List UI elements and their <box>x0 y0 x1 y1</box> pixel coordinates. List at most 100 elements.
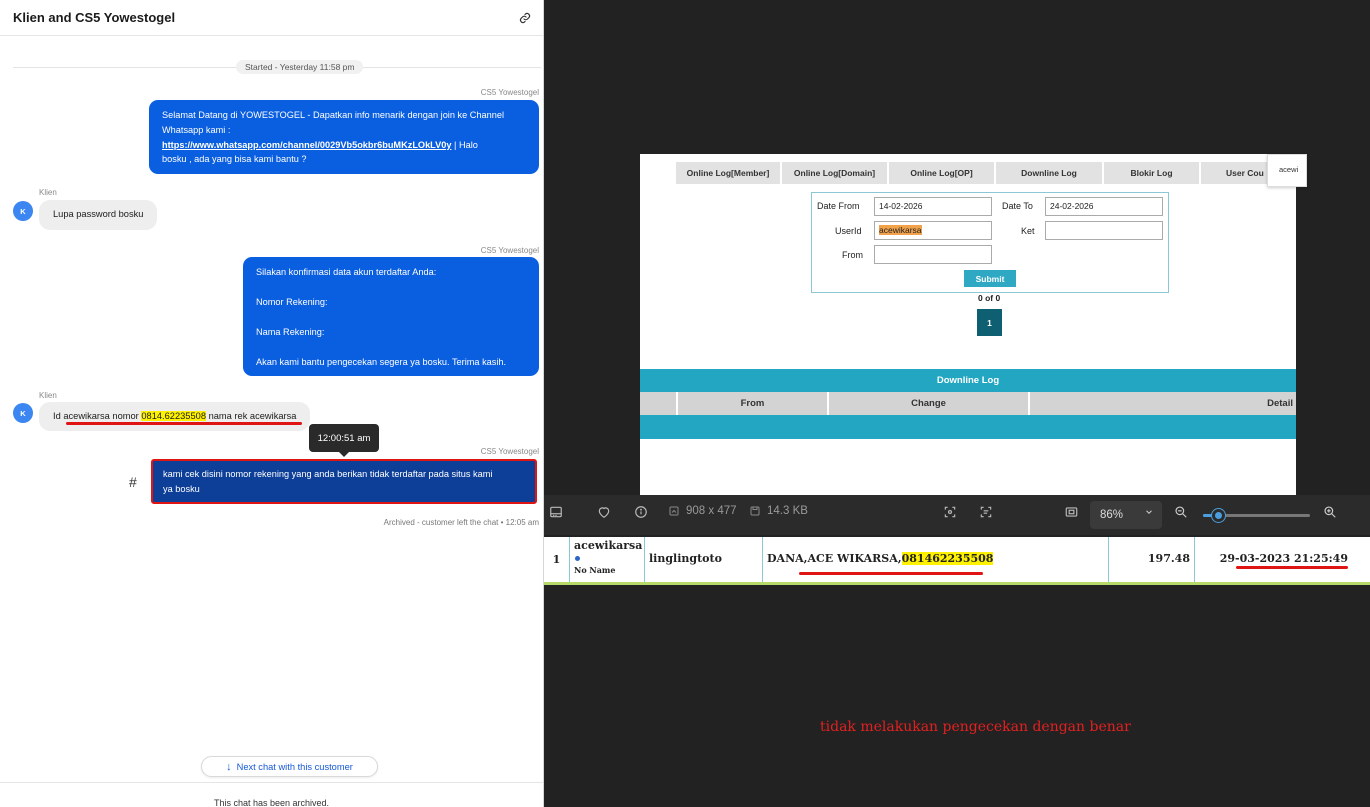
favorite-heart-icon[interactable] <box>597 505 611 519</box>
message-text: Whatsapp kami : <box>162 124 231 135</box>
client-message: Lupa password bosku <box>39 200 158 230</box>
message-sender: Klien <box>39 188 57 197</box>
message-text: | Halo <box>451 139 478 150</box>
avatar: K <box>13 201 33 221</box>
from-input[interactable] <box>874 245 992 264</box>
column-blank <box>640 392 676 415</box>
tab-online-log-op[interactable]: Online Log[OP] <box>889 162 996 184</box>
date-from-input[interactable]: 14-02-2026 <box>874 197 992 216</box>
message-text: kami cek disini nomor rekening yang anda… <box>163 469 493 479</box>
change-text: DANA,ACE WIKARSA, <box>767 552 902 565</box>
image-viewer-toolbar: 908 x 477 14.3 KB 86% <box>544 495 1370 535</box>
archived-footer-text: This chat has been archived. <box>213 798 330 807</box>
referral-cell: linglingtoto <box>645 537 763 582</box>
archived-note: Archived - customer left the chat • 12:0… <box>383 518 539 527</box>
next-chat-button[interactable]: ↓ Next chat with this customer <box>201 756 378 777</box>
file-size: 14.3 KB <box>749 505 808 517</box>
zoom-in-icon[interactable] <box>1323 505 1337 519</box>
downline-log-title: Downline Log <box>640 369 1296 392</box>
tab-online-log-member[interactable]: Online Log[Member] <box>676 162 782 184</box>
date-to-input[interactable]: 24-02-2026 <box>1045 197 1163 216</box>
chat-started-label: Started - Yesterday 11:58 pm <box>236 60 364 74</box>
search-form: Date From 14-02-2026 Date To 24-02-2026 … <box>811 192 1169 293</box>
tab-online-log-domain[interactable]: Online Log[Domain] <box>782 162 889 184</box>
row-number: 1 <box>544 537 570 582</box>
message-text: bosku , ada yang bisa kami bantu ? <box>162 154 307 165</box>
user-cell: acewikarsa No Name <box>570 537 645 582</box>
status-dot-icon <box>575 556 580 561</box>
column-detail: Detail <box>1028 392 1296 415</box>
whatsapp-channel-link[interactable]: https://www.whatsapp.com/channel/0029Vb5… <box>162 140 451 150</box>
zoom-value: 86% <box>1100 509 1124 521</box>
chevron-down-icon <box>1144 507 1154 520</box>
message-sender: Klien <box>39 391 57 400</box>
log-tabs: Online Log[Member] Online Log[Domain] On… <box>676 162 1296 184</box>
tab-downline-log[interactable]: Downline Log <box>996 162 1104 184</box>
chat-title: Klien and CS5 Yowestogel <box>13 10 176 25</box>
link-icon[interactable] <box>517 10 533 26</box>
page-button-1[interactable]: 1 <box>977 309 1002 336</box>
message-text: Id acewikarsa nomor <box>53 411 142 421</box>
amount-cell: 197.48 <box>1109 537 1195 582</box>
chat-header: Klien and CS5 Yowestogel <box>0 0 543 36</box>
change-cell: DANA,ACE WIKARSA,081462235508 <box>763 537 1109 582</box>
downline-log-header: From Change Detail <box>640 392 1296 415</box>
timestamp-tooltip: 12:00:51 am <box>309 424 379 457</box>
message-text: Silakan konfirmasi data akun terdaftar A… <box>256 267 437 277</box>
no-name-label: No Name <box>574 565 616 575</box>
agent-message-selected: kami cek disini nomor rekening yang anda… <box>151 459 537 504</box>
userid-input[interactable]: acewikarsa <box>874 221 992 240</box>
client-message: Id acewikarsa nomor 0814.62235508 nama r… <box>39 402 311 431</box>
message-sender: CS5 Yowestogel <box>480 447 539 456</box>
annotation-note: tidak melakukan pengecekan dengan benar <box>820 719 1131 735</box>
username: acewikarsa <box>574 539 643 552</box>
dimensions-value: 908 x 477 <box>686 505 737 517</box>
column-from: From <box>676 392 827 415</box>
next-chat-label: Next chat with this customer <box>236 761 353 772</box>
datetime-cell: 29-03-2023 21:25:49 <box>1195 537 1370 582</box>
image-size-icon <box>669 506 679 516</box>
zoom-slider-thumb[interactable] <box>1212 509 1225 522</box>
text-scan-icon[interactable] <box>979 505 993 519</box>
highlighted-account-number: 0814.62235508 <box>141 411 206 421</box>
highlighted-account-number: 081462235508 <box>901 552 994 565</box>
red-underline <box>1236 566 1348 569</box>
tab-blokir-log[interactable]: Blokir Log <box>1104 162 1201 184</box>
arrow-down-icon: ↓ <box>226 760 232 773</box>
panel-toggle-icon[interactable] <box>549 505 563 519</box>
date-from-label: Date From <box>817 201 860 211</box>
agent-message: Silakan konfirmasi data akun terdaftar A… <box>243 257 539 376</box>
admin-screenshot: Online Log[Member] Online Log[Domain] On… <box>640 154 1296 495</box>
ket-label: Ket <box>1021 226 1035 236</box>
userid-value: acewikarsa <box>879 225 922 235</box>
downline-log-row: 1 acewikarsa No Name linglingtoto DANA,A… <box>544 537 1370 585</box>
message-text: Nama Rekening: <box>256 327 325 337</box>
save-disk-icon <box>750 506 760 516</box>
result-count: 0 of 0 <box>978 293 1001 303</box>
fit-screen-icon[interactable] <box>1064 505 1079 519</box>
datetime-text: 29-03-2023 21:25:49 <box>1219 552 1348 565</box>
message-sender: CS5 Yowestogel <box>480 88 539 97</box>
message-text: ya bosku <box>163 483 200 494</box>
submit-button[interactable]: Submit <box>964 270 1016 287</box>
red-underline <box>66 422 302 425</box>
userid-label: UserId <box>835 226 862 236</box>
zoom-slider[interactable] <box>1203 509 1310 522</box>
message-text: Selamat Datang di YOWESTOGEL - Dapatkan … <box>162 110 504 120</box>
info-icon[interactable] <box>634 505 648 519</box>
chat-panel: Klien and CS5 Yowestogel Started - Yeste… <box>0 0 544 807</box>
ket-input[interactable] <box>1045 221 1163 240</box>
zoom-out-icon[interactable] <box>1174 505 1188 519</box>
downline-log-body <box>640 415 1296 439</box>
screenshot-region-icon[interactable] <box>943 505 957 519</box>
red-underline <box>799 572 983 575</box>
message-text: Nomor Rekening: <box>256 297 328 307</box>
message-text: Akan kami bantu pengecekan segera ya bos… <box>256 357 507 367</box>
corner-popup: acewi <box>1267 154 1307 187</box>
message-sender: CS5 Yowestogel <box>480 246 539 255</box>
message-text: nama rek acewikarsa <box>206 411 297 421</box>
file-size-value: 14.3 KB <box>767 505 808 517</box>
column-change: Change <box>827 392 1028 415</box>
zoom-select[interactable]: 86% <box>1090 501 1162 529</box>
chat-started-divider: Started - Yesterday 11:58 pm <box>13 60 541 74</box>
